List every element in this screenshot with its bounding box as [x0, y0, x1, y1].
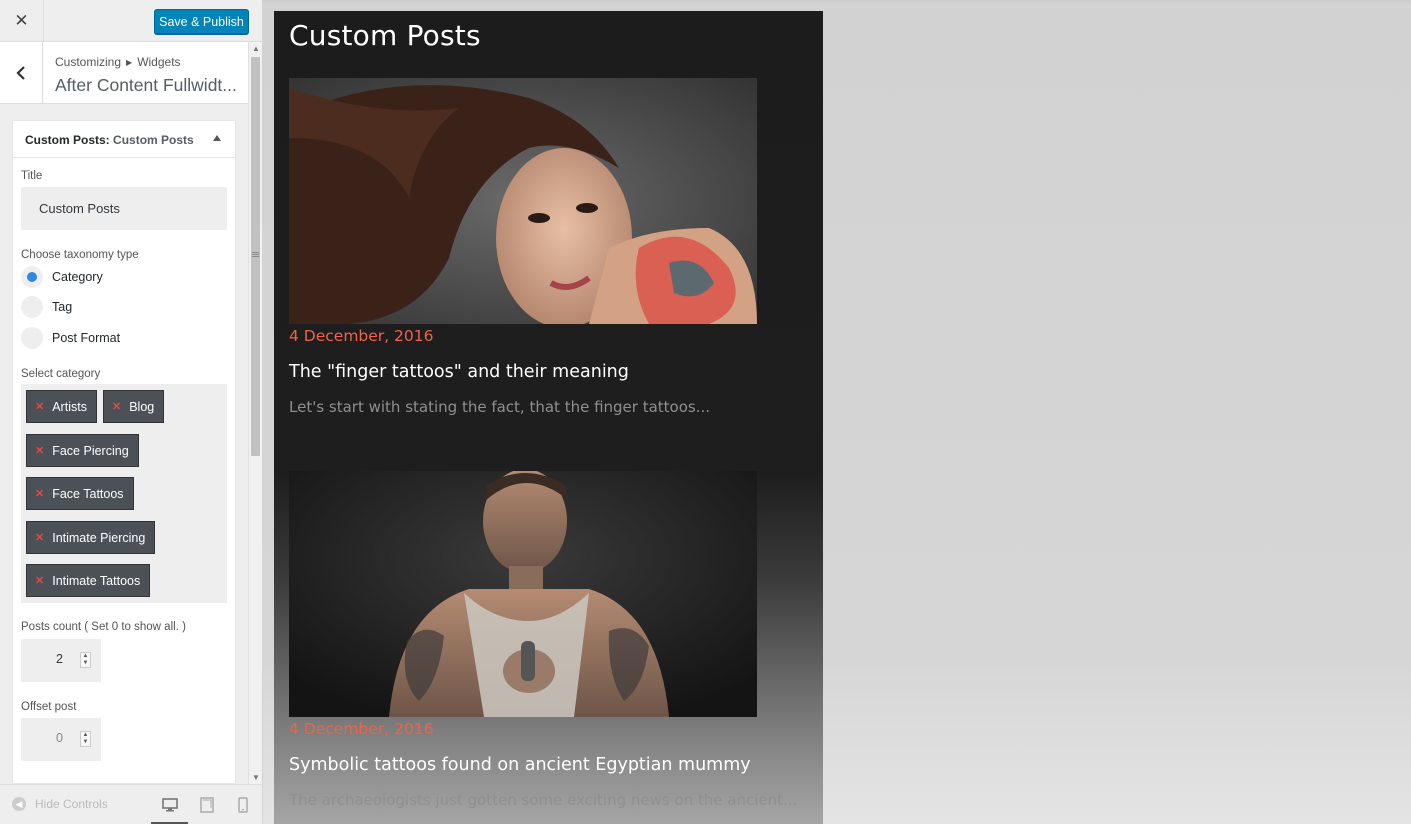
- scrollbar-thumb[interactable]: [251, 57, 260, 456]
- post-title-link[interactable]: Symbolic tattoos found on ancient Egypti…: [289, 755, 751, 775]
- post-date: 4 December, 2016: [289, 327, 434, 345]
- scroll-up-arrow-icon[interactable]: ▲: [252, 44, 260, 53]
- collapse-arrow-icon[interactable]: [213, 135, 221, 141]
- widget-title: Custom Posts: Custom Posts: [25, 133, 194, 147]
- remove-chip-icon[interactable]: ✕: [35, 444, 44, 457]
- remove-chip-icon[interactable]: ✕: [35, 531, 44, 544]
- remove-chip-icon[interactable]: ✕: [112, 400, 121, 413]
- post-thumbnail[interactable]: [289, 471, 757, 717]
- chip-label: Face Tattoos: [52, 486, 124, 501]
- woman-portrait-image: [289, 78, 757, 324]
- customizer-footer: ◀ Hide Controls: [0, 784, 262, 824]
- desktop-preview-icon[interactable]: [162, 797, 178, 813]
- posts-count-value: 2: [56, 652, 63, 666]
- remove-chip-icon[interactable]: ✕: [35, 574, 44, 587]
- chip-label: Intimate Tattoos: [52, 573, 141, 588]
- post-thumbnail[interactable]: [289, 78, 757, 324]
- category-chip[interactable]: ✕ Face Piercing: [26, 434, 139, 467]
- custom-posts-widget: Custom Posts: Custom Posts Title Choose …: [12, 120, 236, 784]
- post-date: 4 December, 2016: [289, 720, 434, 738]
- offset-post-label: Offset post: [21, 701, 77, 713]
- post-title-link[interactable]: The "finger tattoos" and their meaning: [289, 362, 629, 382]
- category-chip[interactable]: ✕ Intimate Tattoos: [26, 564, 151, 597]
- radio-button: [21, 296, 43, 318]
- widget-type: Custom Posts:: [25, 133, 110, 147]
- widget-header[interactable]: Custom Posts: Custom Posts: [13, 121, 235, 158]
- category-chip[interactable]: ✕ Blog: [103, 390, 165, 423]
- back-button[interactable]: [0, 42, 43, 104]
- post-excerpt: The archaeologists just gotten some exci…: [289, 791, 798, 809]
- hide-controls-button[interactable]: ◀ Hide Controls: [12, 797, 108, 811]
- category-multiselect[interactable]: ✕ Artists ✕ Blog ✕ Face Piercing ✕ Face Tatt…: [21, 384, 227, 603]
- section-title: After Content Fullwidt...: [55, 75, 237, 95]
- breadcrumb-separator-icon: ▶: [126, 58, 133, 67]
- chip-label: Face Piercing: [52, 443, 129, 458]
- number-spinner-icon[interactable]: ▲ ▼: [80, 652, 91, 668]
- breadcrumb-item: Customizing: [55, 55, 122, 69]
- breadcrumb-item: Widgets: [137, 55, 181, 69]
- after-content-widget-area: Custom Posts 4 December, 2016 The "finge…: [274, 11, 823, 824]
- widget-instance-name: Custom Posts: [113, 133, 194, 147]
- tablet-preview-icon[interactable]: [199, 797, 215, 813]
- man-portrait-image: [289, 471, 757, 717]
- hide-controls-label: Hide Controls: [35, 797, 108, 811]
- widget-area-title: Custom Posts: [289, 19, 481, 52]
- radio-button: [21, 327, 43, 349]
- radio-post-format[interactable]: Post Format: [21, 327, 120, 349]
- customizer-topbar: ✕ Save & Publish: [0, 0, 262, 42]
- posts-count-input[interactable]: 2 ▲ ▼: [21, 639, 101, 682]
- customizer-sidebar: ✕ Save & Publish Customizing ▶ Widgets Aft…: [0, 0, 262, 824]
- category-chip[interactable]: ✕ Intimate Piercing: [26, 521, 156, 554]
- category-chip[interactable]: ✕ Face Tattoos: [26, 477, 134, 510]
- offset-post-input[interactable]: 0 ▲ ▼: [21, 718, 101, 761]
- select-category-label: Select category: [21, 368, 101, 380]
- remove-chip-icon[interactable]: ✕: [35, 487, 44, 500]
- chip-label: Intimate Piercing: [52, 530, 146, 545]
- title-label: Title: [21, 170, 43, 182]
- radio-label: Tag: [52, 300, 73, 314]
- category-chip[interactable]: ✕ Artists: [26, 390, 97, 423]
- title-input[interactable]: [21, 187, 227, 230]
- chevron-left-icon: [16, 66, 25, 80]
- sidebar-scrollbar[interactable]: ▲ ▼: [248, 42, 262, 784]
- radio-selected-dot: [27, 272, 37, 282]
- number-spinner-icon[interactable]: ▲ ▼: [80, 731, 91, 747]
- breadcrumb: Customizing ▶ Widgets: [55, 55, 181, 69]
- radio-label: Post Format: [52, 331, 121, 345]
- radio-category[interactable]: Category: [21, 266, 103, 288]
- posts-count-label: Posts count ( Set 0 to show all. ): [21, 621, 186, 633]
- preview-top-edge: [263, 0, 1411, 2]
- mobile-preview-icon[interactable]: [235, 797, 251, 813]
- remove-chip-icon[interactable]: ✕: [35, 400, 44, 413]
- close-icon: ✕: [14, 11, 29, 30]
- section-header: Customizing ▶ Widgets After Content Fullwi…: [0, 42, 248, 104]
- radio-button: [21, 266, 43, 288]
- save-publish-button[interactable]: Save & Publish: [154, 9, 249, 34]
- close-customizer-button[interactable]: ✕: [0, 0, 44, 42]
- post-excerpt: Let's start with stating the fact, that …: [289, 398, 711, 416]
- chip-label: Artists: [52, 399, 87, 414]
- arrow-left-circle-icon: ◀: [12, 797, 26, 811]
- taxonomy-label: Choose taxonomy type: [21, 249, 139, 261]
- chip-label: Blog: [129, 399, 155, 414]
- radio-label: Category: [52, 270, 103, 284]
- scroll-down-arrow-icon[interactable]: ▼: [252, 773, 260, 782]
- site-preview: Custom Posts 4 December, 2016 The "finge…: [263, 0, 1411, 824]
- radio-tag[interactable]: Tag: [21, 296, 72, 318]
- offset-post-value: 0: [56, 731, 63, 745]
